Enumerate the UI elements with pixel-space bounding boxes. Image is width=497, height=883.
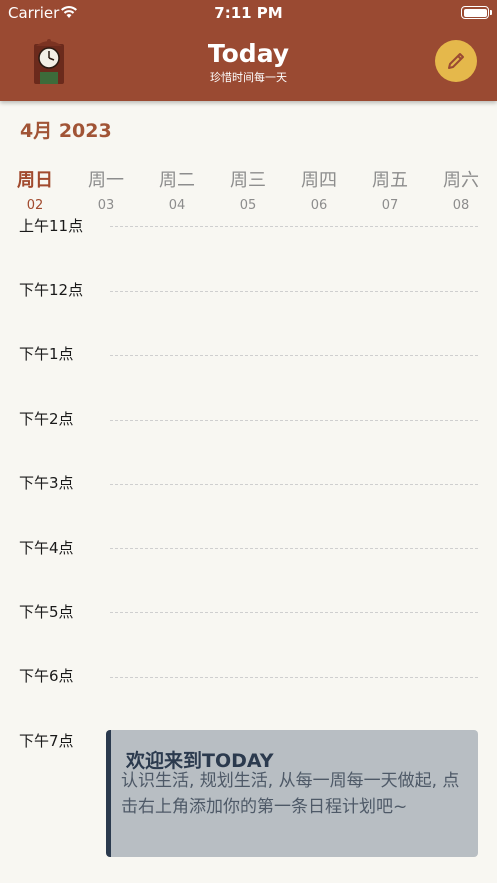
day-date: 06 [310,198,328,213]
day-name: 周一 [88,170,124,191]
day-name: 周六 [443,170,479,191]
battery-icon [461,6,492,19]
day-date: 07 [381,198,399,213]
status-time: 7:11 PM [214,4,283,22]
add-schedule-button[interactable] [435,40,477,82]
day-name: 周二 [159,170,195,191]
day-date: 02 [26,198,44,213]
pencil-icon [448,53,464,69]
hour-label: 下午1点 [19,345,74,363]
hour-label: 上午11点 [19,217,84,235]
hour-divider [110,420,478,421]
welcome-event-card[interactable]: 欢迎来到TODAY 认识生活, 规划生活, 从每一周每一天做起, 点击右上角添加… [106,730,478,857]
week-strip: 周日 02 周一 03 周二 04 周三 05 周四 06 周五 07 周六 0… [0,168,497,220]
hour-divider [110,355,478,356]
hour-label: 下午7点 [19,732,74,750]
hour-label: 下午6点 [19,667,74,685]
app-header: Carrier 7:11 PM Today 珍惜时间每一天 [0,0,497,101]
day-name: 周日 [17,170,53,191]
day-wednesday[interactable]: 周三 05 [218,168,278,213]
hour-divider [110,677,478,678]
day-name: 周五 [372,170,408,191]
page-title: Today [207,39,290,68]
status-bar: Carrier 7:11 PM [0,0,497,26]
day-name: 周三 [230,170,266,191]
day-monday[interactable]: 周一 03 [76,168,136,213]
day-thursday[interactable]: 周四 06 [289,168,349,213]
hour-label: 下午4点 [19,539,74,557]
hour-divider [110,548,478,549]
day-date: 03 [97,198,115,213]
page-subtitle: 珍惜时间每一天 [210,71,287,84]
month-label: 4月 2023 [20,120,112,142]
day-date: 08 [452,198,470,213]
day-tuesday[interactable]: 周二 04 [147,168,207,213]
day-sunday[interactable]: 周日 02 [5,168,65,213]
event-description: 认识生活, 规划生活, 从每一周每一天做起, 点击右上角添加你的第一条日程计划吧… [121,771,460,817]
hour-divider [110,612,478,613]
hour-divider [110,484,478,485]
day-friday[interactable]: 周五 07 [360,168,420,213]
day-date: 05 [239,198,257,213]
hour-label: 下午12点 [19,281,84,299]
day-date: 04 [168,198,186,213]
hour-divider [110,291,478,292]
day-saturday[interactable]: 周六 08 [431,168,491,213]
hour-label: 下午3点 [19,474,74,492]
hour-label: 下午2点 [19,410,74,428]
day-name: 周四 [301,170,337,191]
hour-label: 下午5点 [19,603,74,621]
hour-divider [110,226,478,227]
